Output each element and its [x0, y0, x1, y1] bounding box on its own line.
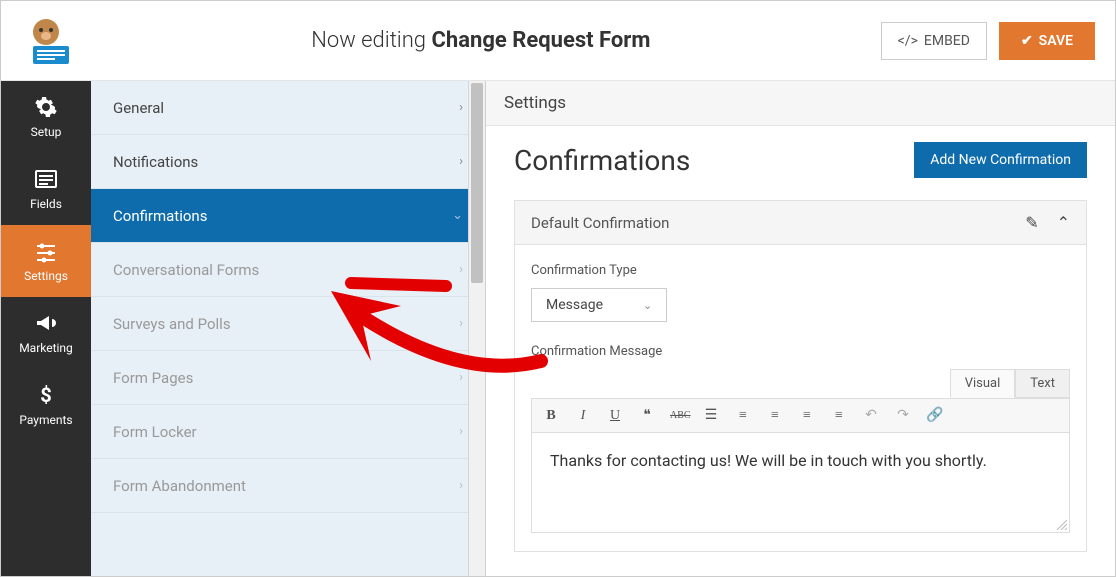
- editor-toolbar: B I U ❝ ABC ☰ ≡ ≡ ≡ ≡ ↶ ↷ 🔗: [531, 398, 1070, 433]
- editor-tab-text[interactable]: Text: [1015, 369, 1070, 398]
- number-list-icon[interactable]: ≡: [734, 408, 752, 424]
- list-icon: [34, 167, 58, 191]
- dollar-icon: $: [34, 383, 58, 407]
- align-center-icon[interactable]: ≡: [798, 408, 816, 424]
- sidebar-item-conversational-forms[interactable]: Conversational Forms ›: [91, 243, 485, 297]
- code-icon: </>: [898, 33, 918, 49]
- sidebar-item-surveys-polls[interactable]: Surveys and Polls ›: [91, 297, 485, 351]
- underline-icon[interactable]: U: [606, 408, 624, 424]
- app-logo: [21, 16, 81, 66]
- chevron-right-icon: ›: [459, 370, 463, 385]
- confirmation-panel: Default Confirmation ✎ ⌃ Confirmation Ty…: [514, 200, 1087, 552]
- strikethrough-icon[interactable]: ABC: [670, 410, 688, 421]
- confirmation-type-select[interactable]: Message ⌄: [531, 288, 667, 322]
- app-header: Now editing Change Request Form </> EMBE…: [1, 1, 1115, 81]
- chevron-right-icon: ›: [459, 478, 463, 493]
- embed-button[interactable]: </> EMBED: [881, 22, 987, 60]
- panel-header[interactable]: Default Confirmation ✎ ⌃: [515, 201, 1086, 245]
- confirmation-type-label: Confirmation Type: [531, 263, 1070, 278]
- scrollbar-thumb[interactable]: [471, 83, 483, 283]
- nav-item-settings[interactable]: Settings: [1, 225, 91, 297]
- sidebar-item-form-locker[interactable]: Form Locker ›: [91, 405, 485, 459]
- bullhorn-icon: [34, 311, 58, 335]
- panel-title: Default Confirmation: [531, 214, 669, 232]
- save-button[interactable]: ✔ SAVE: [999, 22, 1095, 60]
- sidebar-item-form-abandonment[interactable]: Form Abandonment ›: [91, 459, 485, 513]
- content-title: Confirmations: [514, 144, 690, 177]
- italic-icon[interactable]: I: [574, 408, 592, 424]
- add-confirmation-button[interactable]: Add New Confirmation: [914, 142, 1087, 178]
- content-area: Settings Confirmations Add New Confirmat…: [486, 81, 1115, 576]
- nav-item-fields[interactable]: Fields: [1, 153, 91, 225]
- main-layout: Setup Fields Settings Marketing $ Paymen…: [1, 81, 1115, 576]
- editor-tab-visual[interactable]: Visual: [950, 369, 1016, 398]
- nav-item-payments[interactable]: $ Payments: [1, 369, 91, 441]
- chevron-right-icon: ›: [459, 424, 463, 439]
- nav-item-setup[interactable]: Setup: [1, 81, 91, 153]
- resize-handle-icon[interactable]: [1055, 518, 1067, 530]
- chevron-right-icon: ›: [459, 154, 463, 169]
- undo-icon[interactable]: ↶: [862, 407, 880, 424]
- sidebar-scrollbar[interactable]: [468, 81, 485, 576]
- chevron-right-icon: ›: [459, 262, 463, 277]
- align-left-icon[interactable]: ≡: [766, 408, 784, 424]
- chevron-down-icon: ⌄: [643, 299, 652, 312]
- sidebar-item-form-pages[interactable]: Form Pages ›: [91, 351, 485, 405]
- sliders-icon: [34, 239, 58, 263]
- align-right-icon[interactable]: ≡: [830, 408, 848, 424]
- confirmation-message-label: Confirmation Message: [531, 344, 1070, 359]
- page-title-area: Now editing Change Request Form: [81, 28, 881, 53]
- bold-icon[interactable]: B: [542, 408, 560, 424]
- sidebar-item-notifications[interactable]: Notifications ›: [91, 135, 485, 189]
- edit-icon[interactable]: ✎: [1025, 213, 1038, 232]
- quote-icon[interactable]: ❝: [638, 407, 656, 424]
- left-nav: Setup Fields Settings Marketing $ Paymen…: [1, 81, 91, 576]
- editing-prefix: Now editing: [311, 28, 426, 53]
- gear-icon: [34, 95, 58, 119]
- content-header: Settings: [486, 81, 1115, 126]
- message-editor[interactable]: Thanks for contacting us! We will be in …: [531, 433, 1070, 533]
- form-name: Change Request Form: [432, 28, 651, 53]
- nav-item-marketing[interactable]: Marketing: [1, 297, 91, 369]
- settings-sidebar: General › Notifications › Confirmations …: [91, 81, 486, 576]
- svg-text:$: $: [40, 383, 51, 407]
- collapse-icon[interactable]: ⌃: [1057, 213, 1070, 232]
- sidebar-item-confirmations[interactable]: Confirmations ⌄: [91, 189, 485, 243]
- check-icon: ✔: [1021, 33, 1033, 49]
- bullet-list-icon[interactable]: ☰: [702, 407, 720, 424]
- sidebar-item-general[interactable]: General ›: [91, 81, 485, 135]
- chevron-right-icon: ›: [459, 316, 463, 331]
- redo-icon[interactable]: ↷: [894, 407, 912, 424]
- link-icon[interactable]: 🔗: [926, 407, 944, 424]
- chevron-down-icon: ⌄: [452, 208, 463, 223]
- chevron-right-icon: ›: [459, 100, 463, 115]
